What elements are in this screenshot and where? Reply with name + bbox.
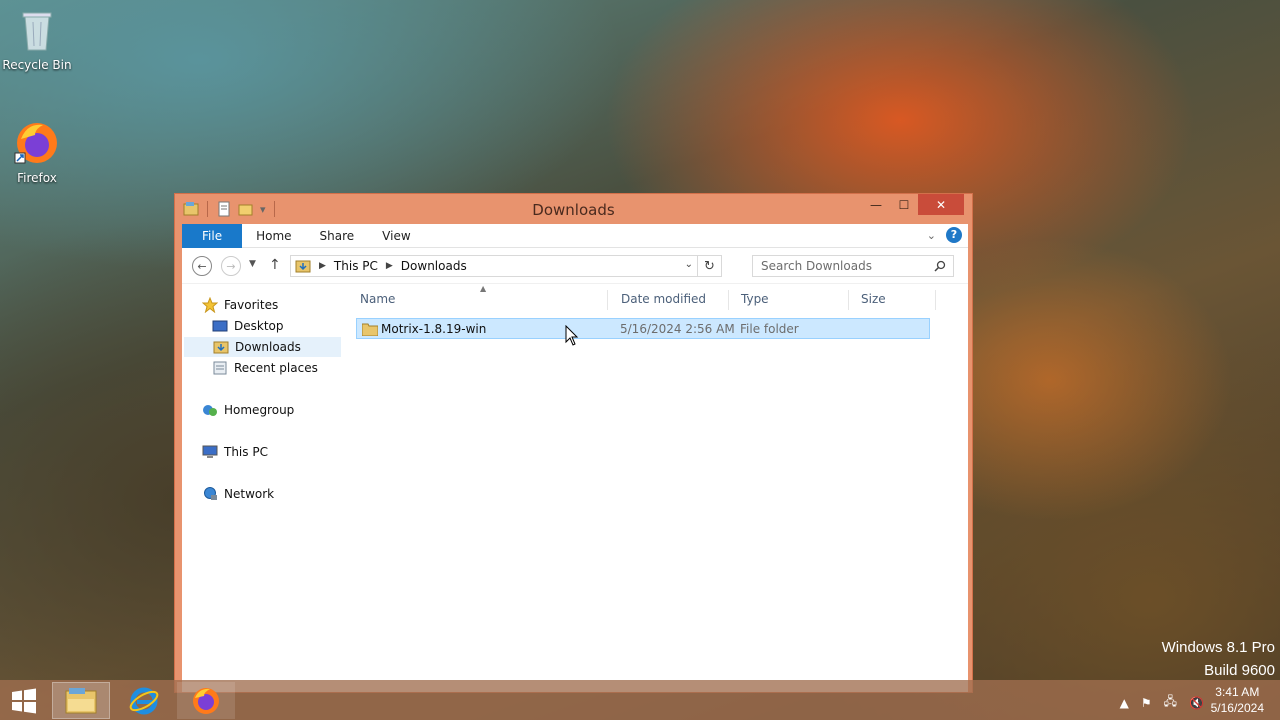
tree-desktop-label: Desktop bbox=[234, 319, 284, 333]
tab-view[interactable]: View bbox=[368, 224, 424, 248]
breadcrumb-this-pc[interactable]: This PC bbox=[334, 259, 378, 273]
explorer-window: ▾ Downloads — ☐ ✕ File Home Share View ⌄… bbox=[174, 193, 973, 693]
clock-time: 3:41 AM bbox=[1215, 685, 1260, 699]
tree-downloads[interactable]: Downloads bbox=[184, 337, 341, 357]
search-input[interactable] bbox=[752, 255, 954, 277]
title-bar[interactable]: ▾ Downloads — ☐ ✕ bbox=[175, 194, 972, 224]
tree-this-pc-label: This PC bbox=[224, 445, 268, 459]
column-separator[interactable] bbox=[728, 290, 729, 310]
action-center-flag-icon[interactable]: ⚑ bbox=[1141, 696, 1152, 710]
minimize-button[interactable]: — bbox=[862, 194, 890, 215]
close-button[interactable]: ✕ bbox=[918, 194, 964, 215]
tree-homegroup-label: Homegroup bbox=[224, 403, 295, 417]
navigation-bar: ← → ▼ ↑ ▶ This PC ▶ Downloads ⌄ ↻ bbox=[182, 248, 968, 284]
internet-explorer-icon bbox=[129, 687, 159, 714]
refresh-button[interactable]: ↻ bbox=[697, 256, 721, 276]
show-hidden-icons-icon[interactable]: ▲ bbox=[1120, 696, 1129, 710]
file-type: File folder bbox=[740, 322, 799, 336]
column-separator[interactable] bbox=[848, 290, 849, 310]
tab-share[interactable]: Share bbox=[306, 224, 369, 248]
taskbar-clock[interactable]: 3:41 AM 5/16/2024 bbox=[1211, 684, 1264, 716]
back-button[interactable]: ← bbox=[192, 256, 212, 276]
firefox-taskbar-icon bbox=[193, 687, 219, 714]
start-button[interactable] bbox=[10, 687, 38, 715]
system-tray: ▲ ⚑ 🖧 🔇 bbox=[1120, 692, 1204, 713]
up-button[interactable]: ↑ bbox=[269, 257, 281, 273]
sort-ascending-icon: ▲ bbox=[480, 284, 487, 293]
network-status-icon[interactable]: 🖧 bbox=[1164, 692, 1177, 713]
folder-icon bbox=[362, 323, 378, 336]
windows-watermark: Windows 8.1 Pro Build 9600 bbox=[1162, 636, 1275, 682]
downloads-icon bbox=[213, 341, 229, 354]
file-row[interactable]: Motrix-1.8.19-win 5/16/2024 2:56 AM File… bbox=[356, 318, 930, 339]
recycle-bin-shortcut[interactable]: Recycle Bin bbox=[1, 6, 73, 72]
firefox-shortcut[interactable]: Firefox bbox=[1, 119, 73, 185]
recent-places-icon bbox=[213, 361, 227, 375]
forward-button[interactable]: → bbox=[221, 256, 241, 276]
navigation-pane: Favorites Desktop Downloads Recent place… bbox=[182, 284, 342, 692]
ribbon-tabs: File Home Share View ⌄ ? bbox=[182, 223, 968, 248]
tree-recent-places-label: Recent places bbox=[234, 361, 318, 375]
star-icon bbox=[202, 297, 218, 313]
tree-recent-places[interactable]: Recent places bbox=[212, 358, 318, 378]
tab-file[interactable]: File bbox=[182, 223, 243, 248]
tree-homegroup[interactable]: Homegroup bbox=[202, 400, 294, 420]
computer-icon bbox=[202, 445, 218, 458]
column-size[interactable]: Size bbox=[861, 292, 886, 306]
expand-ribbon-icon[interactable]: ⌄ bbox=[927, 229, 936, 242]
tree-favorites[interactable]: Favorites bbox=[202, 295, 278, 315]
column-separator[interactable] bbox=[935, 290, 936, 310]
tree-favorites-label: Favorites bbox=[224, 298, 279, 312]
help-icon[interactable]: ? bbox=[946, 227, 962, 243]
taskbar-firefox[interactable] bbox=[177, 682, 235, 719]
file-list: ▲ Name Date modified Type Size Motrix-1.… bbox=[350, 284, 960, 692]
recent-locations-icon[interactable]: ▼ bbox=[249, 259, 256, 269]
taskbar-file-explorer[interactable] bbox=[52, 682, 110, 719]
firefox-label: Firefox bbox=[17, 171, 57, 185]
desktop-icon bbox=[212, 320, 228, 332]
firefox-icon bbox=[13, 119, 61, 167]
tree-downloads-label: Downloads bbox=[235, 340, 301, 354]
maximize-button[interactable]: ☐ bbox=[890, 194, 918, 215]
taskbar: ▲ ⚑ 🖧 🔇 3:41 AM 5/16/2024 bbox=[0, 680, 1280, 720]
column-name[interactable]: Name bbox=[360, 292, 395, 306]
recycle-bin-icon bbox=[13, 6, 61, 54]
column-separator[interactable] bbox=[607, 290, 608, 310]
tree-network[interactable]: Network bbox=[202, 484, 274, 504]
watermark-edition: Windows 8.1 Pro bbox=[1161, 639, 1275, 656]
address-bar[interactable]: ▶ This PC ▶ Downloads ⌄ ↻ bbox=[290, 255, 722, 277]
window-title: Downloads bbox=[532, 201, 615, 219]
breadcrumb-arrow-icon[interactable]: ▶ bbox=[386, 261, 393, 271]
file-date: 5/16/2024 2:56 AM bbox=[620, 322, 735, 336]
file-explorer-icon bbox=[65, 687, 97, 713]
address-dropdown-icon[interactable]: ⌄ bbox=[685, 259, 693, 270]
tree-this-pc[interactable]: This PC bbox=[202, 442, 268, 462]
caption-buttons: — ☐ ✕ bbox=[862, 194, 964, 215]
network-icon bbox=[204, 487, 217, 500]
ribbon-right: ⌄ ? bbox=[927, 227, 962, 243]
tab-home[interactable]: Home bbox=[242, 224, 305, 248]
volume-muted-icon[interactable]: 🔇 bbox=[1189, 696, 1204, 710]
mouse-cursor-icon bbox=[565, 325, 579, 346]
downloads-folder-icon bbox=[295, 260, 311, 273]
clock-date: 5/16/2024 bbox=[1210, 701, 1264, 715]
taskbar-internet-explorer[interactable] bbox=[115, 682, 173, 719]
watermark-build: Build 9600 bbox=[1204, 662, 1275, 679]
recycle-bin-label: Recycle Bin bbox=[2, 58, 72, 72]
tree-desktop[interactable]: Desktop bbox=[212, 316, 284, 336]
search-icon[interactable] bbox=[934, 260, 946, 272]
breadcrumb-arrow-icon[interactable]: ▶ bbox=[319, 261, 326, 271]
column-type[interactable]: Type bbox=[741, 292, 769, 306]
breadcrumb-downloads[interactable]: Downloads bbox=[401, 259, 467, 273]
tree-network-label: Network bbox=[224, 487, 275, 501]
homegroup-icon bbox=[203, 405, 217, 416]
file-name: Motrix-1.8.19-win bbox=[381, 322, 487, 336]
column-date-modified[interactable]: Date modified bbox=[621, 292, 706, 306]
